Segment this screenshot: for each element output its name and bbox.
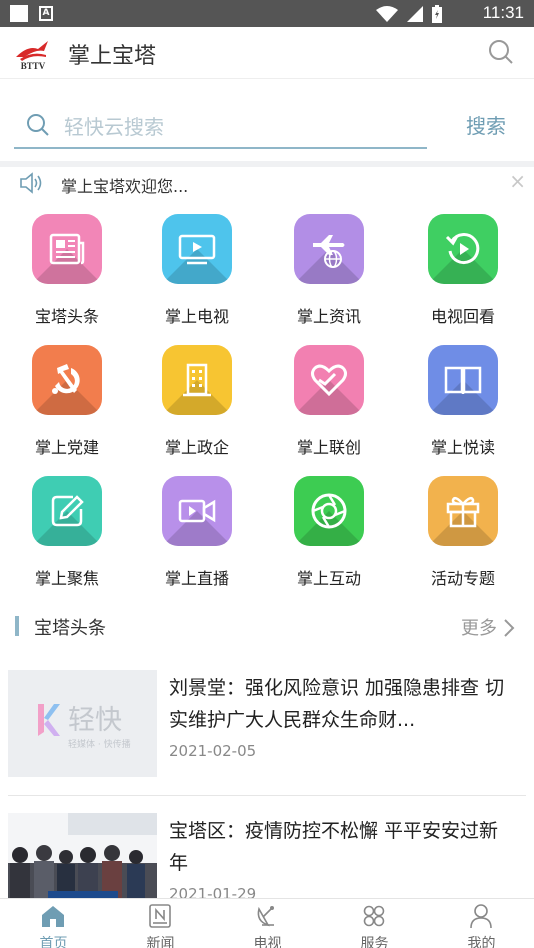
feature-label: 掌上联创 (296, 438, 361, 457)
tab-services[interactable]: 服务 (321, 899, 428, 948)
feature-party-building[interactable]: 掌上党建 (2, 341, 136, 467)
section-header: 宝塔头条 更多 (0, 610, 534, 646)
qingkuai-logo: 轻快 轻媒体 · 快传播 (38, 704, 131, 750)
bottom-tab-bar: 首页 新闻 电视 服务 我的 (0, 898, 534, 948)
search-input[interactable]: 轻快云搜索 (14, 103, 427, 149)
news-date: 2021-02-05 (169, 742, 257, 760)
feature-baota-toutiao[interactable]: 宝塔头条 (2, 210, 136, 336)
feature-label: 掌上互动 (296, 569, 361, 588)
battery-icon (432, 5, 442, 23)
feature-label: 掌上悦读 (430, 438, 495, 457)
feature-gov-enterprise[interactable]: 掌上政企 (132, 341, 266, 467)
notice-bar[interactable]: 掌上宝塔欢迎您... × (0, 167, 534, 201)
notification-square-icon (10, 5, 28, 22)
speaker-icon (20, 172, 42, 194)
signal-icon (407, 6, 423, 22)
tab-label: 新闻 (146, 936, 175, 948)
news-headline: 刘景堂：强化风险意识 加强隐患排查 切实维护广大人民群众生命财... (169, 677, 505, 731)
home-icon (42, 906, 64, 927)
feature-label: 掌上政企 (164, 438, 229, 457)
tab-label: 电视 (253, 936, 282, 948)
feature-tv[interactable]: 掌上电视 (132, 210, 266, 336)
satellite-dish-icon (257, 906, 274, 927)
tab-profile[interactable]: 我的 (428, 899, 534, 948)
app-title: 掌上宝塔 (68, 44, 157, 69)
search-button[interactable]: 搜索 (466, 110, 506, 139)
feature-special-events[interactable]: 活动专题 (398, 472, 532, 598)
tab-label: 服务 (360, 936, 389, 948)
feature-label: 电视回看 (430, 307, 495, 326)
tab-home[interactable]: 首页 (0, 899, 107, 948)
feature-reading[interactable]: 掌上悦读 (398, 341, 532, 467)
wifi-icon (376, 6, 398, 22)
tab-tv[interactable]: 电视 (214, 899, 321, 948)
services-icon (363, 905, 385, 927)
aperture-icon (311, 493, 347, 529)
close-icon[interactable]: × (509, 169, 526, 193)
svg-text:BTTV: BTTV (21, 61, 46, 71)
user-icon (470, 904, 492, 929)
feature-label: 掌上电视 (164, 307, 229, 326)
tab-label: 我的 (467, 936, 496, 948)
notice-text: 掌上宝塔欢迎您... (61, 177, 189, 196)
app-bar: BTTV 掌上宝塔 (0, 27, 534, 79)
building-icon (183, 363, 211, 397)
search-section: 轻快云搜索 搜索 (0, 79, 534, 161)
search-field-icon (27, 114, 49, 136)
news-thumbnail: 轻快 轻媒体 · 快传播 (8, 670, 157, 777)
section-accent-bar (15, 616, 19, 636)
section-title: 宝塔头条 (34, 618, 106, 639)
heart-hand-icon (311, 364, 347, 397)
plane-globe-icon (313, 235, 345, 268)
search-icon[interactable] (488, 39, 514, 65)
svg-text:轻媒体 · 快传播: 轻媒体 · 快传播 (68, 738, 131, 750)
feature-joint-innovation[interactable]: 掌上联创 (264, 341, 398, 467)
book-icon (444, 366, 482, 394)
feature-label: 活动专题 (430, 569, 495, 588)
feature-tv-replay[interactable]: 电视回看 (398, 210, 532, 336)
gift-icon (446, 496, 480, 528)
status-bar: A 11:31 (0, 0, 534, 27)
clock: 11:31 (482, 3, 524, 22)
feature-label: 掌上聚焦 (34, 569, 99, 588)
news-item[interactable]: 轻快 轻媒体 · 快传播 刘景堂：强化风险意识 加强隐患排查 切实维护广大人民群… (0, 670, 534, 795)
video-camera-icon (178, 499, 216, 523)
tab-news[interactable]: 新闻 (107, 899, 214, 948)
feature-interaction[interactable]: 掌上互动 (264, 472, 398, 598)
hammer-sickle-icon (52, 364, 80, 394)
tv-icon (178, 234, 216, 265)
feature-news-info[interactable]: 掌上资讯 (264, 210, 398, 336)
replay-icon (445, 233, 480, 265)
news-divider (8, 795, 526, 796)
search-placeholder: 轻快云搜索 (64, 115, 164, 139)
feature-label: 宝塔头条 (34, 307, 99, 326)
news-icon (149, 904, 171, 928)
a-notification-icon: A (39, 6, 53, 21)
feature-label: 掌上党建 (34, 438, 99, 457)
feature-focus[interactable]: 掌上聚焦 (2, 472, 136, 598)
chevron-right-icon[interactable] (503, 618, 515, 638)
more-link[interactable]: 更多 (461, 614, 497, 640)
tab-label: 首页 (39, 936, 68, 948)
edit-icon (51, 495, 84, 527)
svg-text:轻快: 轻快 (68, 705, 122, 736)
news-headline: 宝塔区：疫情防控不松懈 平平安安过新年 (169, 820, 499, 874)
feature-label: 掌上资讯 (296, 307, 361, 326)
bttv-logo: BTTV (16, 41, 48, 71)
feature-label: 掌上直播 (164, 569, 229, 588)
newspaper-icon (49, 233, 85, 265)
feature-live[interactable]: 掌上直播 (132, 472, 266, 598)
